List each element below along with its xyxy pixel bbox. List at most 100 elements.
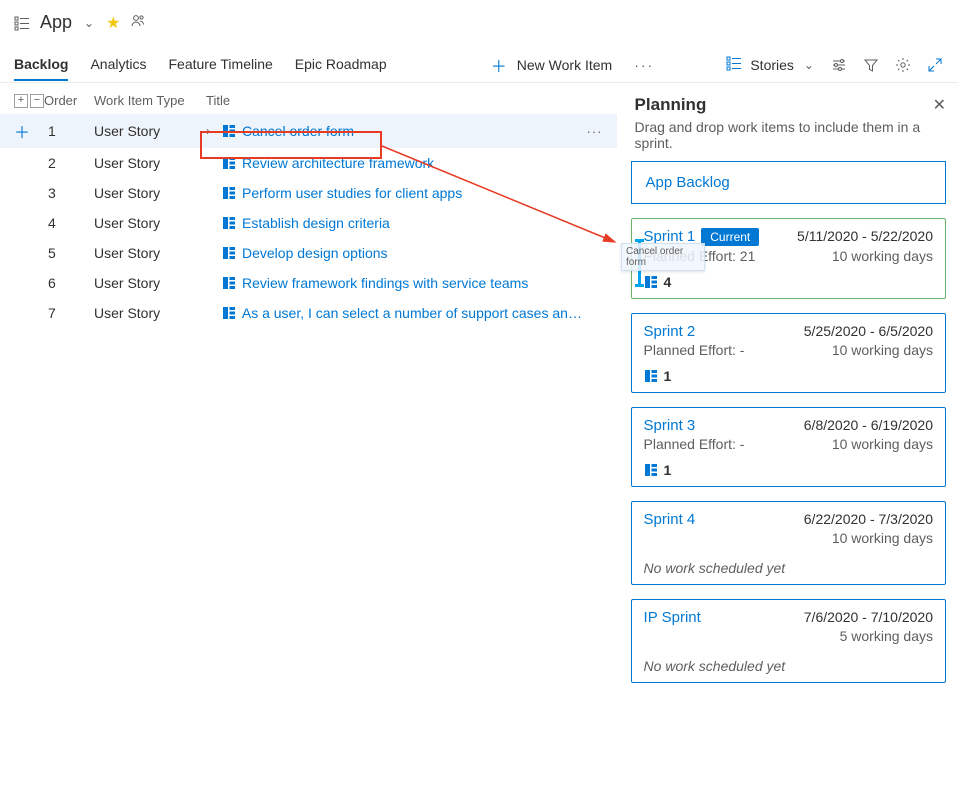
sprint-effort: Planned Effort: 21 (644, 248, 756, 264)
add-child-button[interactable]: ＋ (14, 119, 44, 143)
sprint-card[interactable]: Sprint 46/22/2020 - 7/3/202010 working d… (631, 501, 946, 585)
tab-backlog[interactable]: Backlog (14, 48, 68, 81)
table-row[interactable]: 2User StoryReview architecture framework (0, 148, 617, 178)
user-story-icon (644, 369, 658, 383)
user-story-icon (222, 276, 236, 290)
work-item-title-link[interactable]: Perform user studies for client apps (242, 185, 462, 201)
table-row[interactable]: 6User StoryReview framework findings wit… (0, 268, 617, 298)
tab-analytics[interactable]: Analytics (90, 48, 146, 81)
work-item-title-link[interactable]: Cancel order form (242, 123, 354, 139)
chevron-down-icon: ⌄ (802, 58, 816, 72)
cell-title: Review architecture framework (206, 155, 587, 171)
current-badge: Current (701, 228, 759, 246)
work-item-title-link[interactable]: As a user, I can select a number of supp… (242, 305, 587, 321)
sprint-card[interactable]: Sprint 1 Current 5/11/2020 - 5/22/2020 Plan… (631, 218, 946, 299)
sprint-dates: 5/11/2020 - 5/22/2020 (797, 228, 933, 244)
sprint-working-days: 10 working days (832, 248, 933, 264)
chevron-down-icon[interactable]: ⌄ (82, 16, 96, 30)
cell-order: 2 (44, 155, 94, 171)
sprint-name[interactable]: Sprint 1 (644, 228, 696, 245)
user-story-icon (222, 124, 236, 138)
tab-feature-timeline[interactable]: Feature Timeline (169, 48, 273, 81)
sprint-item-count: 1 (644, 462, 933, 478)
tabs: Backlog Analytics Feature Timeline Epic … (14, 48, 387, 81)
collapse-all-button[interactable]: − (30, 94, 44, 108)
user-story-icon (222, 246, 236, 260)
cell-type: User Story (94, 215, 206, 231)
tabs-toolbar: Backlog Analytics Feature Timeline Epic … (0, 47, 958, 83)
col-header-order[interactable]: Order (44, 93, 94, 108)
sprint-name[interactable]: Sprint 3 (644, 417, 696, 434)
view-options-icon[interactable] (830, 57, 848, 73)
grid-body: ＋1User Story›Cancel order form···2User S… (0, 114, 617, 328)
sprint-card[interactable]: Sprint 25/25/2020 - 6/5/2020Planned Effo… (631, 313, 946, 393)
col-header-title[interactable]: Title (206, 93, 617, 108)
favorite-star-icon[interactable]: ★ (106, 13, 120, 33)
filter-icon[interactable] (862, 57, 880, 73)
sprint-working-days: 10 working days (832, 342, 933, 358)
sprint-name[interactable]: IP Sprint (644, 609, 701, 626)
cell-order: 5 (44, 245, 94, 261)
sprint-dates: 7/6/2020 - 7/10/2020 (804, 609, 933, 625)
planning-subtitle: Drag and drop work items to include them… (627, 117, 950, 161)
sprint-dates: 5/25/2020 - 6/5/2020 (804, 323, 933, 339)
sprint-card[interactable]: IP Sprint 7/6/2020 - 7/10/2020 5 working d… (631, 599, 946, 683)
tab-epic-roadmap[interactable]: Epic Roadmap (295, 48, 387, 81)
plus-icon: ＋ (491, 53, 507, 77)
table-row[interactable]: ＋1User Story› Cancel order form ··· (0, 114, 617, 148)
cell-title: Establish design criteria (206, 215, 587, 231)
table-row[interactable]: 3User StoryPerform user studies for clie… (0, 178, 617, 208)
toolbar-right: Stories ⌄ (726, 55, 944, 74)
sprint-name[interactable]: Sprint 2 (644, 323, 696, 340)
table-row[interactable]: 7User Story As a user, I can select a num… (0, 298, 617, 328)
table-row[interactable]: 4User Story Establish design criteria (0, 208, 617, 238)
expand-all-button[interactable]: + (14, 94, 28, 108)
sprint-effort: Planned Effort: - (644, 436, 745, 452)
cell-title: Perform user studies for client apps (206, 185, 587, 201)
app-title[interactable]: App (40, 12, 72, 33)
close-icon[interactable]: ✕ (933, 95, 946, 115)
gear-icon[interactable] (894, 57, 912, 73)
cell-type: User Story (94, 185, 206, 201)
sprint-working-days: 5 working days (840, 628, 933, 644)
cell-order: 7 (44, 305, 94, 321)
cell-order: 1 (44, 123, 94, 139)
expand-collapse-controls: + − (14, 94, 44, 108)
expand-chevron-icon[interactable]: › (206, 124, 216, 138)
user-story-icon (644, 275, 658, 289)
cell-title: › Cancel order form (206, 123, 587, 139)
sprint-name[interactable]: Sprint 4 (644, 511, 696, 528)
row-more-icon[interactable]: ··· (587, 124, 617, 139)
app-backlog-label: App Backlog (646, 174, 931, 191)
app-backlog-dropzone[interactable]: App Backlog (631, 161, 946, 204)
more-options-icon[interactable]: ··· (626, 57, 662, 73)
work-item-title-link[interactable]: Review architecture framework (242, 155, 434, 171)
sprints-list: Sprint 1 Current 5/11/2020 - 5/22/2020 Plan… (627, 218, 950, 683)
cell-type: User Story (94, 305, 206, 321)
planning-panel: Planning ✕ Drag and drop work items to i… (617, 83, 958, 778)
planning-header: Planning ✕ (627, 93, 950, 117)
work-item-title-link[interactable]: Review framework findings with service t… (242, 275, 528, 291)
user-story-icon (222, 216, 236, 230)
cell-order: 6 (44, 275, 94, 291)
cell-type: User Story (94, 123, 206, 139)
team-members-icon[interactable] (130, 13, 146, 33)
sprint-dates: 6/22/2020 - 7/3/2020 (804, 511, 933, 527)
col-header-type[interactable]: Work Item Type (94, 93, 206, 108)
sprint-working-days: 10 working days (832, 436, 933, 452)
new-work-item-label: New Work Item (517, 57, 612, 73)
fullscreen-icon[interactable] (926, 57, 944, 73)
user-story-icon (644, 463, 658, 477)
sprint-card[interactable]: Sprint 36/8/2020 - 6/19/2020Planned Effo… (631, 407, 946, 487)
table-row[interactable]: 5User StoryDevelop design options (0, 238, 617, 268)
view-selector[interactable]: Stories ⌄ (726, 55, 816, 74)
work-item-title-link[interactable]: Establish design criteria (242, 215, 390, 231)
sprint-item-count: 1 (644, 368, 933, 384)
cell-order: 4 (44, 215, 94, 231)
new-work-item-button[interactable]: ＋ New Work Item (491, 53, 612, 77)
cell-title: Develop design options (206, 245, 587, 261)
toolbar-center: ＋ New Work Item ··· (451, 53, 662, 77)
cell-title: Review framework findings with service t… (206, 275, 587, 291)
work-item-title-link[interactable]: Develop design options (242, 245, 388, 261)
user-story-icon (222, 306, 236, 320)
